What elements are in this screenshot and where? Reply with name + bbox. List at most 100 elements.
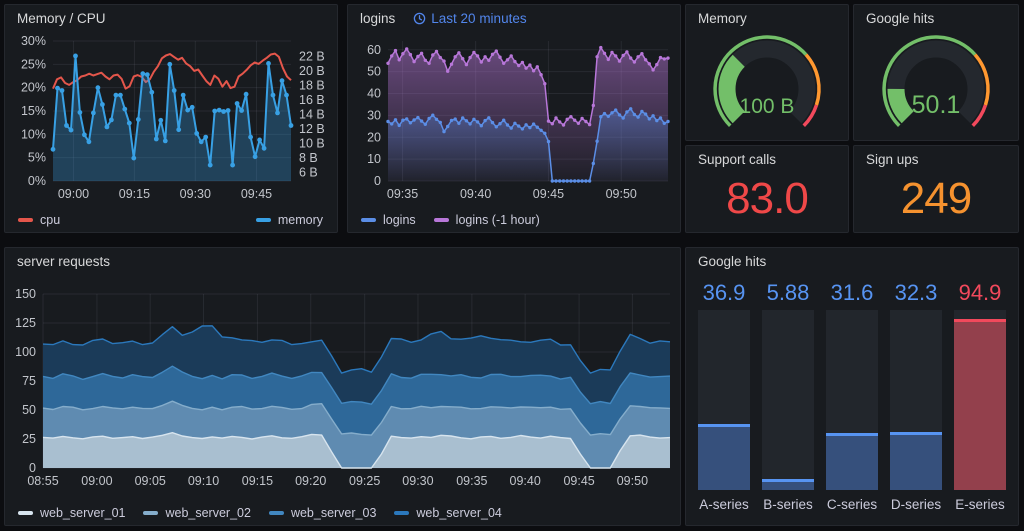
time-range-badge[interactable]: Last 20 minutes bbox=[413, 11, 526, 26]
data-point bbox=[607, 58, 610, 61]
memory-cpu-chart[interactable]: 0%5%10%15%20%25%30%09:0009:1509:3009:452… bbox=[5, 5, 337, 232]
time-range-label: Last 20 minutes bbox=[431, 11, 526, 26]
x-axis-label: 09:25 bbox=[349, 474, 380, 488]
data-point bbox=[539, 73, 542, 76]
bar-label: A-series bbox=[698, 490, 750, 517]
data-point bbox=[420, 52, 423, 55]
data-point bbox=[655, 63, 658, 66]
panel-support-calls: Support calls 83.0 bbox=[685, 145, 849, 233]
panel-memory-cpu: Memory / CPU 0%5%10%15%20%25%30%09:0009:… bbox=[4, 4, 338, 233]
y-axis-label: 50 bbox=[367, 65, 381, 79]
data-point bbox=[517, 64, 520, 67]
panel-title: Support calls bbox=[698, 152, 776, 167]
right-axis-label: 14 B bbox=[299, 108, 325, 122]
legend-label: web_server_02 bbox=[165, 506, 250, 520]
data-point bbox=[476, 120, 479, 123]
right-axis-label: 16 B bbox=[299, 93, 325, 107]
data-point bbox=[562, 179, 565, 182]
bar-fill bbox=[890, 432, 942, 490]
data-point bbox=[495, 49, 498, 52]
y-axis-label: 75 bbox=[22, 374, 36, 388]
data-point bbox=[562, 123, 565, 126]
data-point bbox=[614, 108, 617, 111]
data-point bbox=[450, 119, 453, 122]
legend-item-memory[interactable]: memory bbox=[256, 213, 323, 227]
data-point bbox=[435, 50, 438, 53]
legend-swatch bbox=[394, 511, 409, 515]
bar-label: D-series bbox=[890, 490, 942, 517]
x-axis-label: 09:40 bbox=[460, 187, 491, 201]
data-point bbox=[584, 179, 587, 182]
data-point bbox=[625, 110, 628, 113]
data-point bbox=[199, 139, 204, 144]
data-point bbox=[190, 105, 195, 110]
panel-header-server-requests[interactable]: server requests bbox=[17, 254, 110, 269]
panel-header-google-bars[interactable]: Google hits bbox=[698, 254, 766, 269]
y-axis-label: 150 bbox=[15, 287, 36, 301]
data-point bbox=[78, 110, 83, 115]
data-point bbox=[235, 101, 240, 106]
legend-swatch bbox=[18, 218, 33, 222]
data-point bbox=[644, 58, 647, 61]
panel-header-memory-gauge[interactable]: Memory bbox=[698, 11, 747, 26]
data-point bbox=[536, 126, 539, 129]
data-point bbox=[622, 116, 625, 119]
bar-fill bbox=[698, 424, 750, 490]
data-point bbox=[118, 93, 123, 98]
server-requests-chart[interactable]: 025507510012515008:5509:0009:0509:1009:1… bbox=[5, 248, 680, 525]
data-point bbox=[554, 116, 557, 119]
data-point bbox=[513, 60, 516, 63]
bar-d-series[interactable]: 32.3D-series bbox=[890, 280, 942, 517]
bar-a-series[interactable]: 36.9A-series bbox=[698, 280, 750, 517]
x-axis-label: 09:00 bbox=[81, 474, 112, 488]
bar-e-series[interactable]: 94.9E-series bbox=[954, 280, 1006, 517]
legend-item-web-server-01[interactable]: web_server_01 bbox=[18, 506, 125, 520]
legend-item-cpu[interactable]: cpu bbox=[18, 213, 60, 227]
legend-label: cpu bbox=[40, 213, 60, 227]
data-point bbox=[569, 179, 572, 182]
data-point bbox=[599, 46, 602, 49]
panel-header-sign-ups[interactable]: Sign ups bbox=[866, 152, 919, 167]
data-point bbox=[648, 117, 651, 120]
data-point bbox=[663, 57, 666, 60]
bar-c-series[interactable]: 31.6C-series bbox=[826, 280, 878, 517]
data-point bbox=[610, 111, 613, 114]
bar-label: C-series bbox=[826, 490, 878, 517]
x-axis-label: 09:45 bbox=[241, 187, 272, 201]
legend-item-web-server-03[interactable]: web_server_03 bbox=[269, 506, 376, 520]
data-point bbox=[633, 60, 636, 63]
data-point bbox=[513, 122, 516, 125]
data-point bbox=[573, 179, 576, 182]
bar-label: B-series bbox=[762, 490, 814, 517]
data-point bbox=[566, 179, 569, 182]
gauge-value: 100 B bbox=[740, 95, 795, 118]
legend-item-web-server-02[interactable]: web_server_02 bbox=[143, 506, 250, 520]
chart-legend: cpu memory bbox=[18, 213, 323, 227]
panel-header-support-calls[interactable]: Support calls bbox=[698, 152, 776, 167]
data-point bbox=[394, 49, 397, 52]
panel-header-google-gauge[interactable]: Google hits bbox=[866, 11, 934, 26]
data-point bbox=[51, 147, 56, 152]
bar-b-series[interactable]: 5.88B-series bbox=[762, 280, 814, 517]
legend-item-logins-1-hour-[interactable]: logins (-1 hour) bbox=[434, 213, 540, 227]
legend-item-logins[interactable]: logins bbox=[361, 213, 416, 227]
logins-chart[interactable]: 010203040506009:3509:4009:4509:50 bbox=[348, 5, 680, 232]
data-point bbox=[239, 108, 244, 113]
data-point bbox=[640, 52, 643, 55]
data-point bbox=[424, 123, 427, 126]
data-point bbox=[386, 62, 389, 65]
chart-legend: web_server_01 web_server_02 web_server_03 w… bbox=[18, 506, 502, 520]
data-point bbox=[203, 135, 208, 140]
data-point bbox=[105, 125, 110, 130]
data-point bbox=[386, 120, 389, 123]
data-point bbox=[114, 93, 119, 98]
panel-header-memory-cpu[interactable]: Memory / CPU bbox=[17, 11, 106, 26]
gauge-fill bbox=[896, 89, 908, 117]
data-point bbox=[659, 56, 662, 59]
data-point bbox=[524, 123, 527, 126]
right-axis-label: 10 B bbox=[299, 137, 325, 151]
data-point bbox=[592, 162, 595, 165]
data-point bbox=[131, 156, 136, 161]
panel-header-logins[interactable]: logins Last 20 minutes bbox=[360, 11, 527, 26]
legend-item-web-server-04[interactable]: web_server_04 bbox=[394, 506, 501, 520]
